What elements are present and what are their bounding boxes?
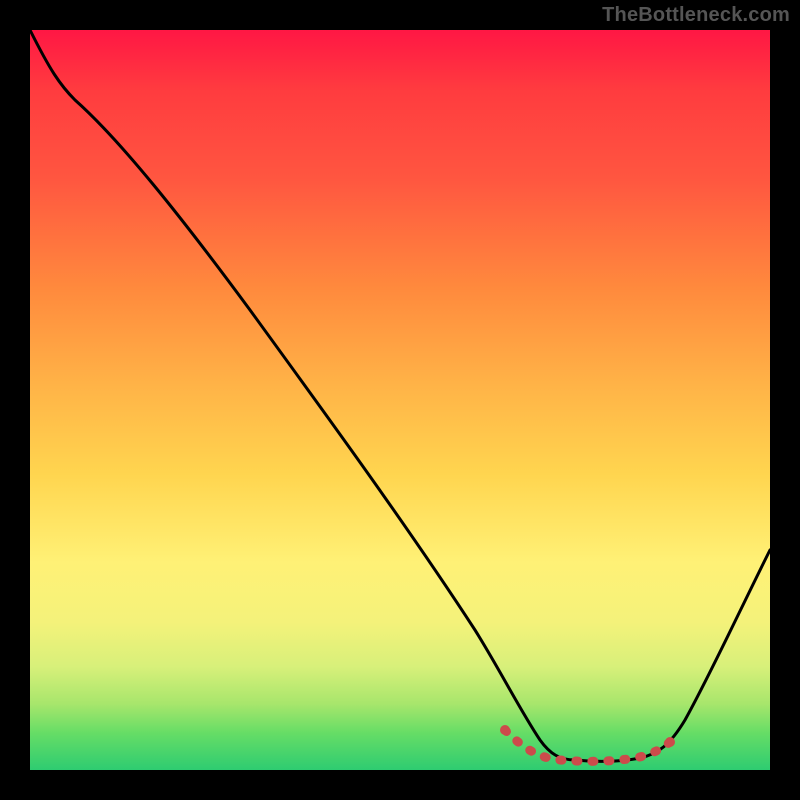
watermark-text: TheBottleneck.com — [602, 4, 790, 27]
bottleneck-curve-svg — [30, 30, 770, 770]
highlight-segment — [505, 730, 670, 761]
chart-frame: TheBottleneck.com — [0, 0, 800, 800]
highlight-dot-right — [665, 737, 675, 747]
plot-area — [30, 30, 770, 770]
highlight-dot-left — [500, 725, 510, 735]
bottleneck-curve — [30, 30, 770, 761]
